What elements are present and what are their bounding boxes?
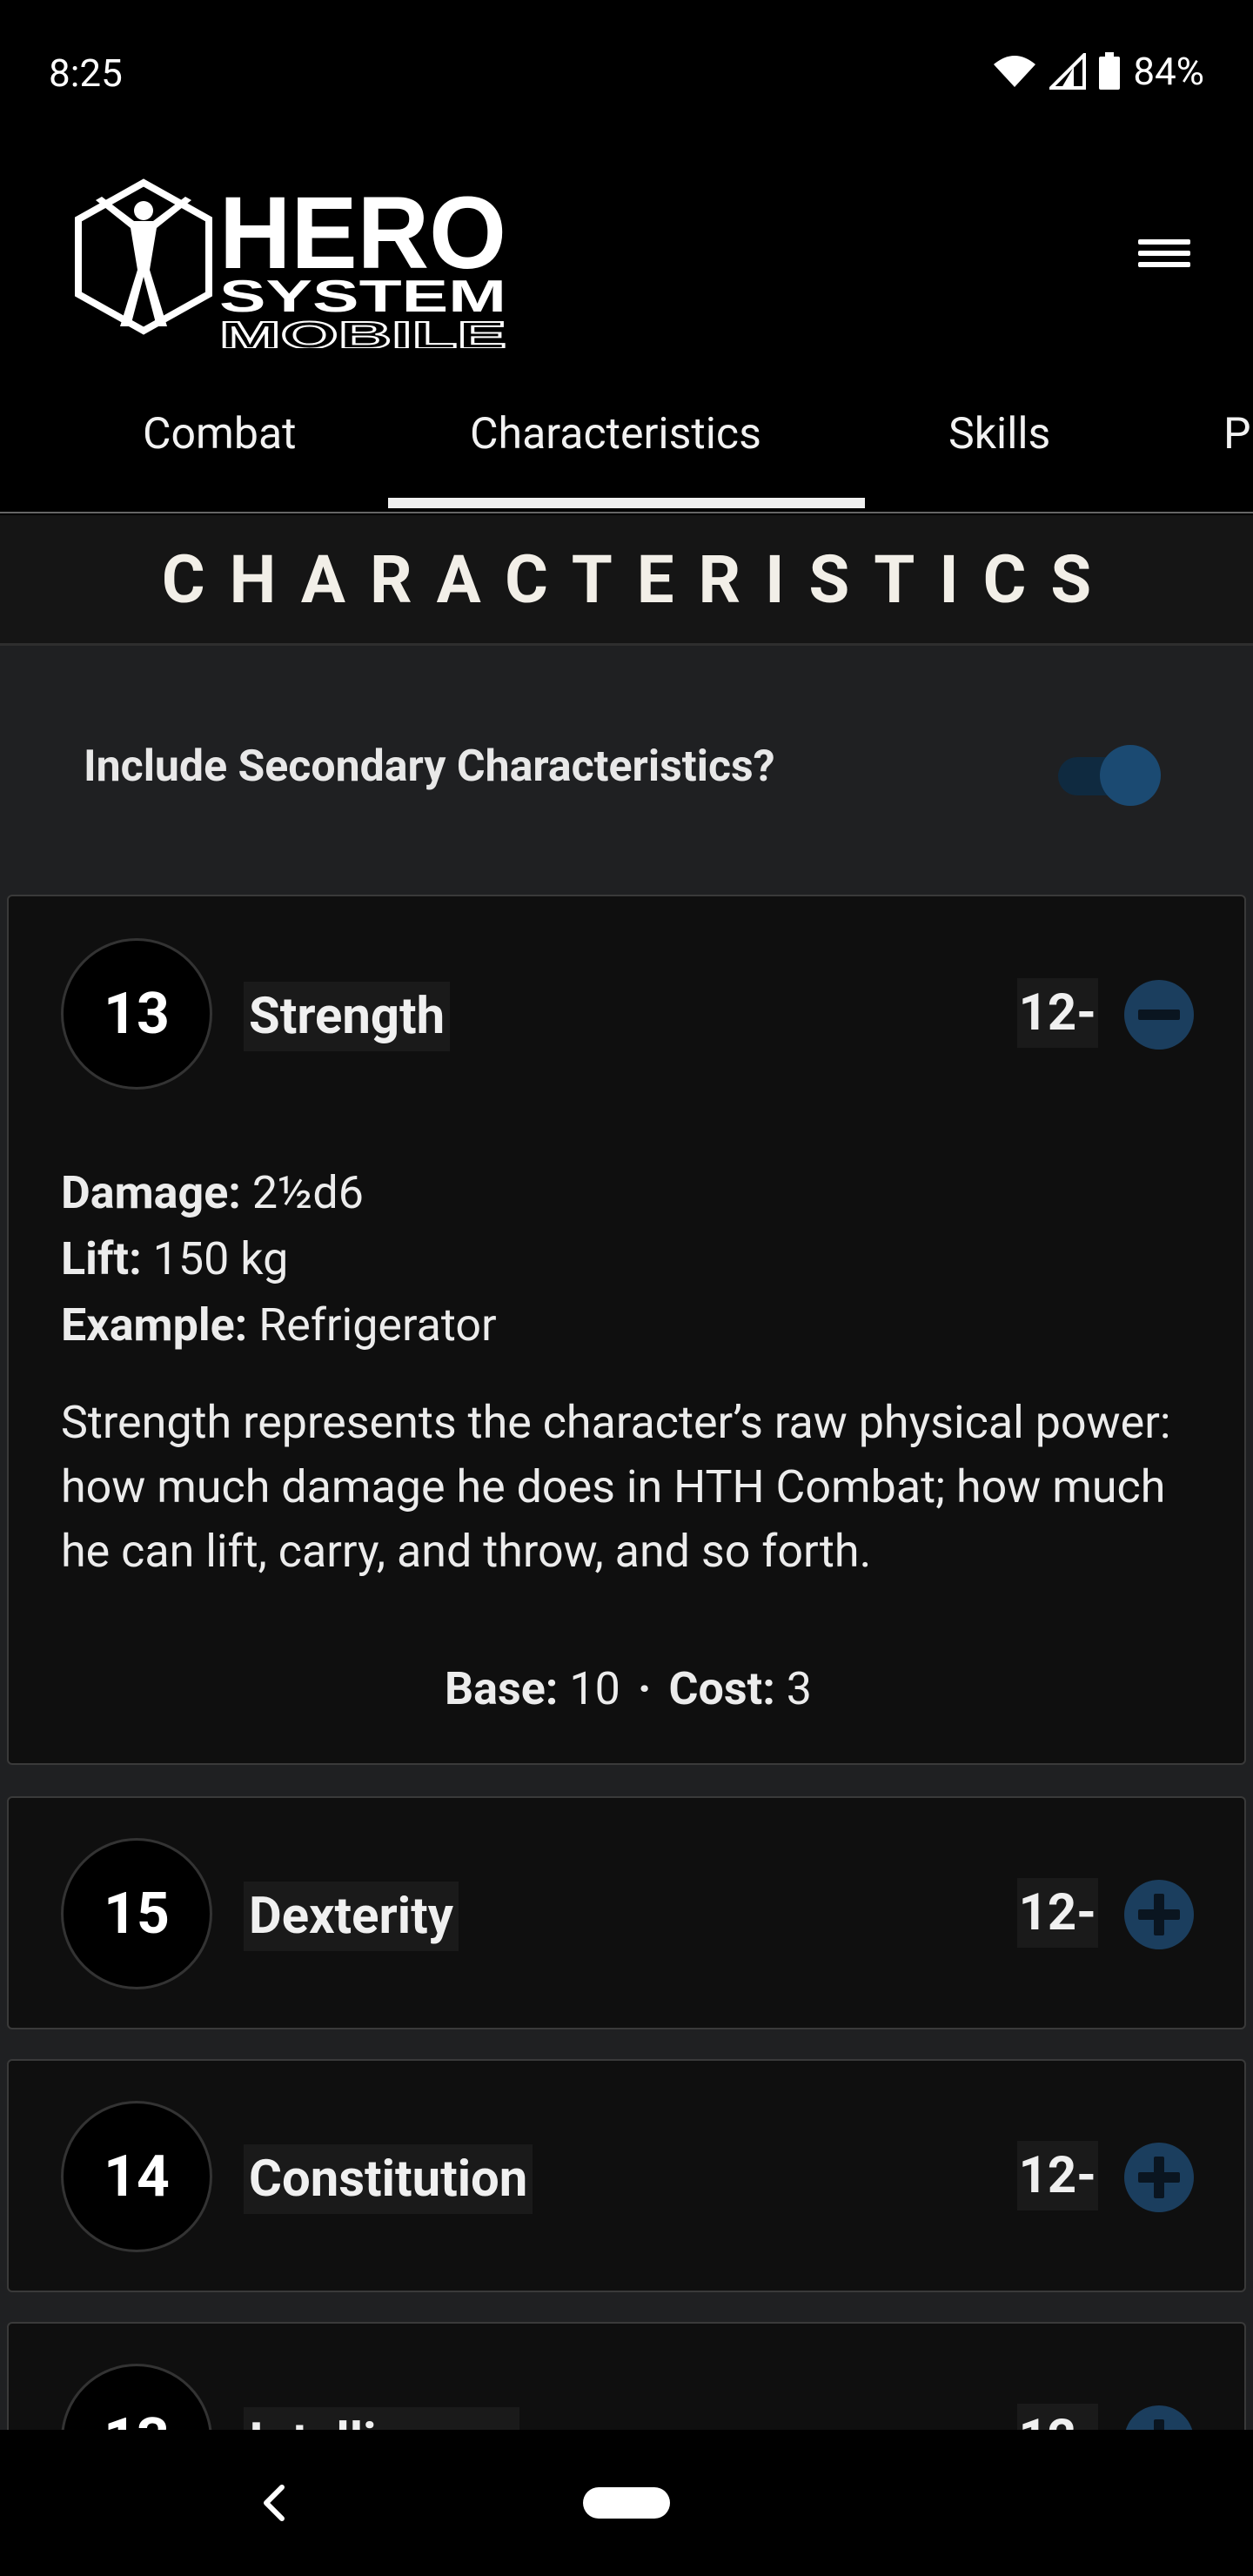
menu-icon[interactable]	[1138, 233, 1190, 277]
collapse-icon[interactable]	[1124, 980, 1194, 1050]
status-icons: 84%	[992, 49, 1204, 94]
battery-icon	[1099, 52, 1121, 90]
secondary-characteristics-row: Include Secondary Characteristics?	[0, 646, 1253, 889]
characteristic-value[interactable]: 15	[61, 1838, 212, 1989]
system-navigation-bar	[0, 2430, 1253, 2576]
svg-text:MOBILE: MOBILE	[219, 314, 506, 348]
secondary-characteristics-label: Include Secondary Characteristics?	[84, 741, 775, 792]
battery-level: 84%	[1133, 49, 1204, 94]
hero-system-mobile-logo[interactable]: HERO SYSTEM MOBILE	[70, 165, 522, 348]
tab-skills[interactable]: Skills	[948, 409, 1050, 460]
characteristic-card-dexterity[interactable]: 15 Dexterity 12-	[7, 1796, 1246, 2029]
tab-characteristics[interactable]: Characteristics	[470, 409, 761, 460]
characteristic-roll: 12-	[1016, 2404, 1098, 2430]
expand-icon[interactable]	[1124, 2405, 1194, 2430]
secondary-characteristics-toggle[interactable]	[1055, 745, 1161, 806]
expand-icon[interactable]	[1124, 1880, 1194, 1949]
characteristic-description: Strength represents the character’s raw …	[61, 1396, 1171, 1578]
characteristic-roll: 12-	[1016, 978, 1098, 1048]
characteristics-panel: CHARACTERISTICS Include Secondary Charac…	[0, 515, 1253, 2430]
tab-bar: Combat Characteristics Skills P	[0, 383, 1253, 513]
app-header: HERO SYSTEM MOBILE	[0, 148, 1253, 400]
characteristic-name: Intelligence	[244, 2407, 519, 2430]
detail-damage: Damage: 2½d6	[61, 1166, 364, 1219]
characteristic-name: Dexterity	[244, 1882, 459, 1951]
active-tab-indicator	[388, 498, 865, 508]
characteristic-card-strength[interactable]: 13 Strength 12- Damage: 2½d6 Lift: 150 k…	[7, 895, 1246, 1765]
status-time: 8:25	[49, 50, 123, 96]
expand-icon[interactable]	[1124, 2143, 1194, 2212]
characteristic-card-intelligence[interactable]: 13 Intelligence 12-	[7, 2322, 1246, 2430]
status-bar: 8:25 84%	[0, 0, 1253, 148]
back-icon[interactable]	[252, 2475, 294, 2531]
signal-icon	[1049, 53, 1087, 90]
tab-powers[interactable]: P	[1223, 409, 1251, 460]
characteristic-card-constitution[interactable]: 14 Constitution 12-	[7, 2059, 1246, 2292]
characteristic-name: Strength	[244, 982, 451, 1051]
characteristic-value[interactable]: 13	[61, 2364, 212, 2430]
characteristic-roll: 12-	[1016, 2141, 1098, 2210]
tab-combat[interactable]: Combat	[143, 409, 297, 460]
characteristic-roll: 12-	[1016, 1878, 1098, 1948]
base-cost-line: Base: 10 · Cost: 3	[444, 1662, 812, 1715]
home-pill[interactable]	[583, 2487, 670, 2519]
wifi-icon	[994, 56, 1036, 87]
section-title: CHARACTERISTICS	[0, 515, 1253, 646]
characteristic-name: Constitution	[244, 2144, 533, 2214]
characteristic-value[interactable]: 14	[61, 2101, 212, 2252]
characteristic-value[interactable]: 13	[61, 938, 212, 1090]
detail-lift: Lift: 150 kg	[61, 1232, 289, 1285]
detail-example: Example: Refrigerator	[61, 1298, 497, 1352]
